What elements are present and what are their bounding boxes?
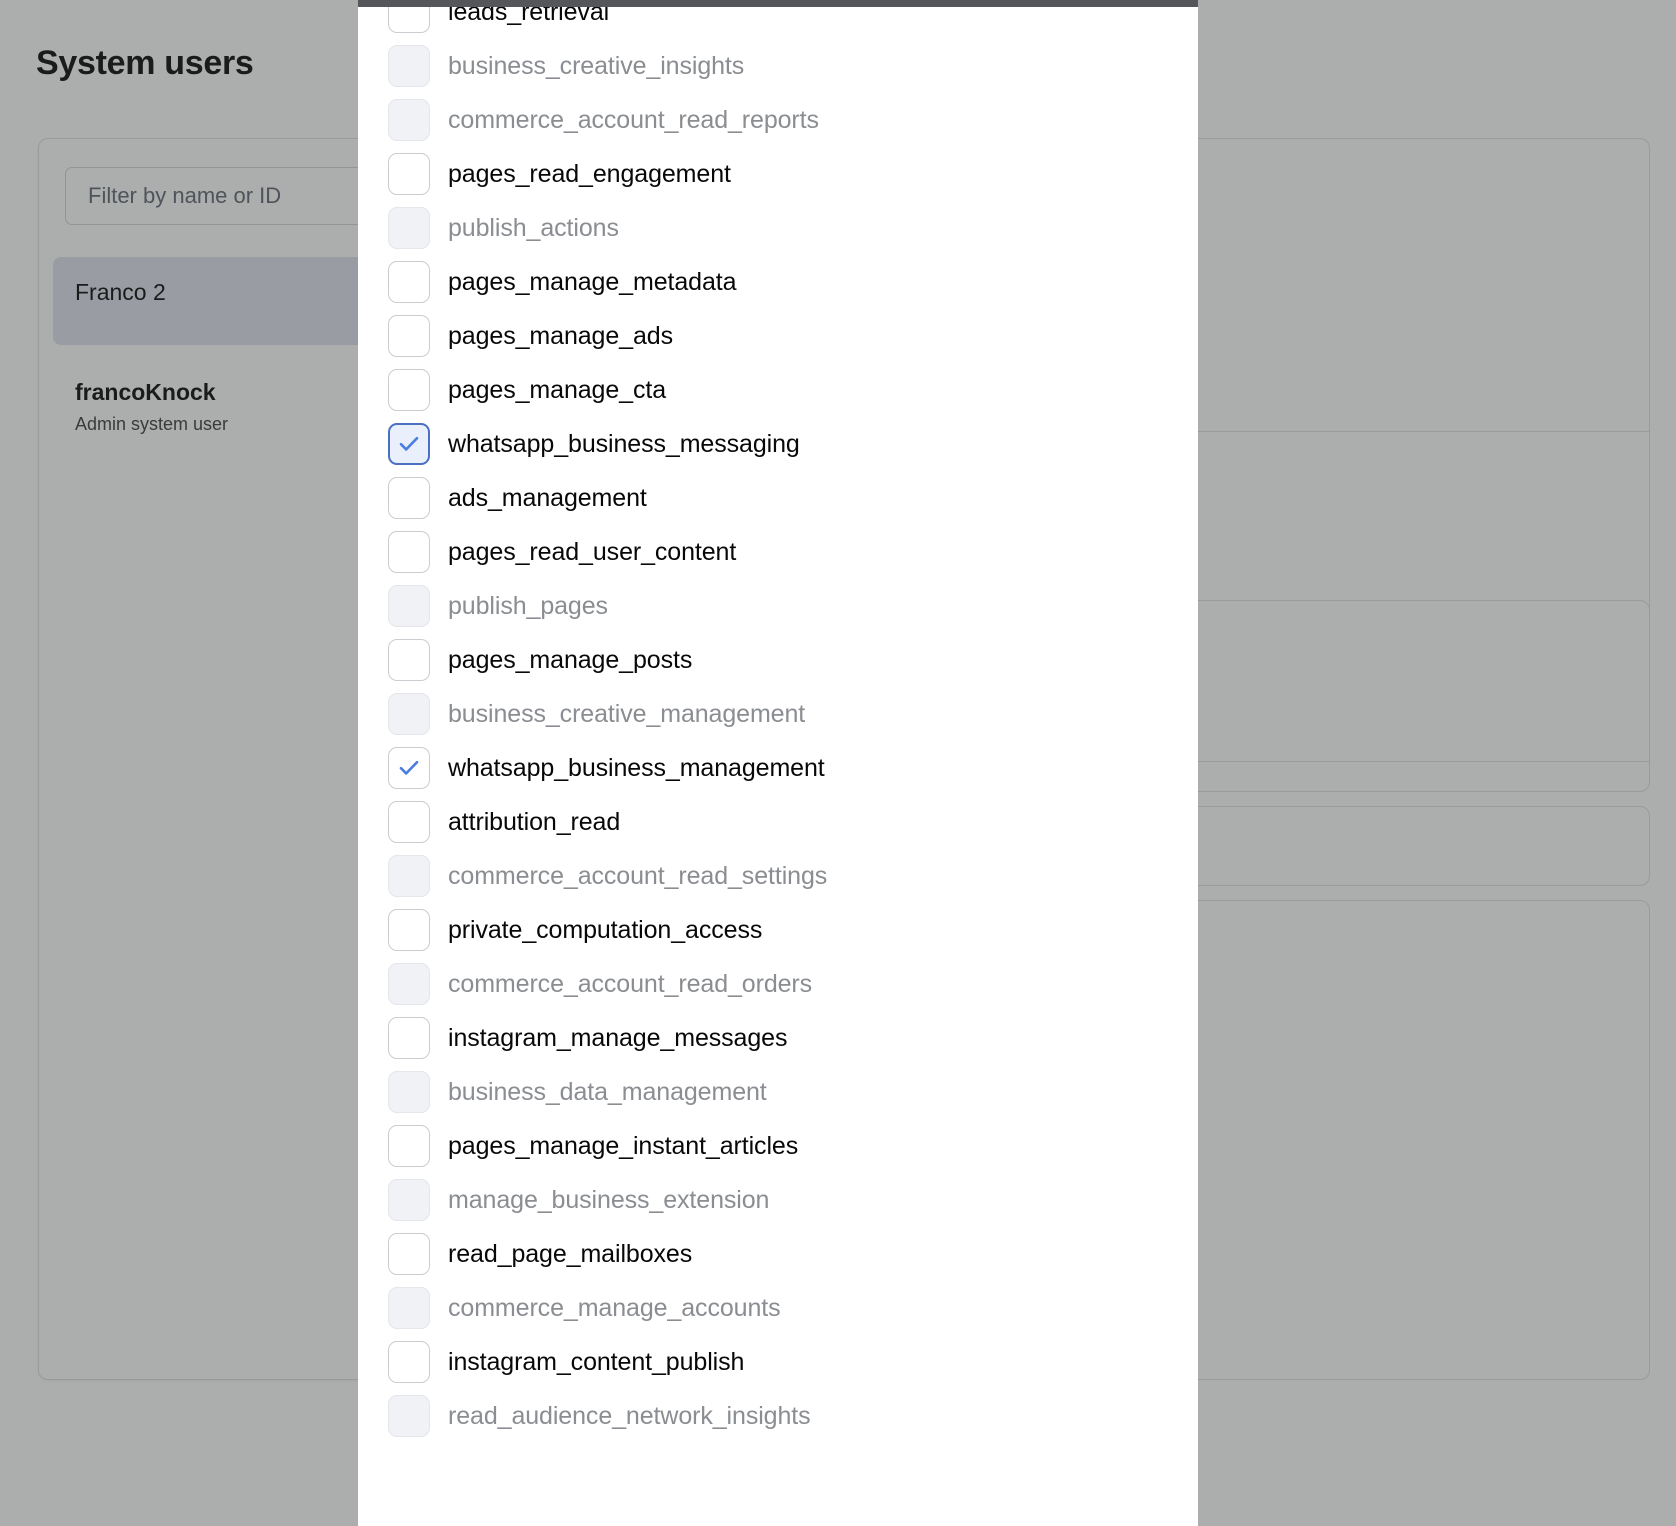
permission-option-row[interactable]: commerce_account_read_orders [358, 957, 1198, 1011]
checkbox-icon[interactable] [388, 45, 430, 87]
permission-option-row[interactable]: pages_manage_cta [358, 363, 1198, 417]
permissions-dropdown[interactable]: leads_retrieval business_creative_insight… [358, 7, 1198, 1526]
permission-option-label: pages_read_engagement [448, 159, 731, 189]
permission-option-row[interactable]: business_creative_management [358, 687, 1198, 741]
permission-option-row[interactable]: private_computation_access [358, 903, 1198, 957]
permission-option-label: pages_manage_ads [448, 321, 673, 351]
permission-option-label: publish_actions [448, 213, 619, 243]
permission-option-label: commerce_account_read_settings [448, 861, 827, 891]
checkbox-icon[interactable] [388, 855, 430, 897]
permission-option-label: business_creative_management [448, 699, 805, 729]
checkbox-icon[interactable] [388, 1125, 430, 1167]
permission-option-row[interactable]: publish_pages [358, 579, 1198, 633]
permission-option-row[interactable]: instagram_content_publish [358, 1335, 1198, 1389]
permission-option-row[interactable]: ads_management [358, 471, 1198, 525]
permission-option-label: business_creative_insights [448, 51, 744, 81]
permission-option-label: leads_retrieval [448, 7, 609, 27]
permission-option-label: ads_management [448, 483, 647, 513]
permission-option-row[interactable]: publish_actions [358, 201, 1198, 255]
checkbox-icon[interactable] [388, 1395, 430, 1437]
permission-option-label: manage_business_extension [448, 1185, 769, 1215]
checkbox-icon[interactable] [388, 477, 430, 519]
checkbox-icon[interactable] [388, 153, 430, 195]
permission-option-row[interactable]: attribution_read [358, 795, 1198, 849]
permission-option-row[interactable]: business_data_management [358, 1065, 1198, 1119]
checkbox-icon[interactable] [388, 1017, 430, 1059]
checkbox-icon[interactable] [388, 1287, 430, 1329]
permission-option-label: whatsapp_business_management [448, 753, 825, 783]
dropdown-top-edge [358, 0, 1198, 7]
permission-option-row[interactable]: read_page_mailboxes [358, 1227, 1198, 1281]
permission-option-label: read_page_mailboxes [448, 1239, 692, 1269]
checkbox-checked-icon[interactable] [388, 423, 430, 465]
permission-option-label: instagram_manage_messages [448, 1023, 787, 1053]
permissions-option-list: leads_retrieval business_creative_insight… [358, 7, 1198, 1443]
permission-option-label: pages_read_user_content [448, 537, 736, 567]
checkbox-icon[interactable] [388, 693, 430, 735]
permission-option-row[interactable]: leads_retrieval [358, 7, 1198, 39]
checkbox-icon[interactable] [388, 909, 430, 951]
permission-option-row[interactable]: whatsapp_business_messaging [358, 417, 1198, 471]
checkbox-icon[interactable] [388, 1071, 430, 1113]
checkbox-icon[interactable] [388, 207, 430, 249]
permission-option-label: private_computation_access [448, 915, 762, 945]
permission-option-row[interactable]: whatsapp_business_management [358, 741, 1198, 795]
permission-option-label: instagram_content_publish [448, 1347, 744, 1377]
permission-option-row[interactable]: pages_manage_instant_articles [358, 1119, 1198, 1173]
permission-option-label: publish_pages [448, 591, 608, 621]
permission-option-label: pages_manage_posts [448, 645, 692, 675]
permission-option-row[interactable]: commerce_manage_accounts [358, 1281, 1198, 1335]
checkbox-icon[interactable] [388, 1341, 430, 1383]
permission-option-row[interactable]: business_creative_insights [358, 39, 1198, 93]
permission-option-row[interactable]: pages_read_user_content [358, 525, 1198, 579]
checkbox-icon[interactable] [388, 639, 430, 681]
permission-option-label: attribution_read [448, 807, 620, 837]
checkbox-icon[interactable] [388, 99, 430, 141]
checkbox-icon[interactable] [388, 315, 430, 357]
permission-option-row[interactable]: read_audience_network_insights [358, 1389, 1198, 1443]
permission-option-row[interactable]: pages_manage_posts [358, 633, 1198, 687]
permission-option-label: commerce_account_read_orders [448, 969, 812, 999]
checkbox-icon[interactable] [388, 801, 430, 843]
permission-option-row[interactable]: commerce_account_read_settings [358, 849, 1198, 903]
permission-option-label: whatsapp_business_messaging [448, 429, 800, 459]
permission-option-label: commerce_account_read_reports [448, 105, 819, 135]
permission-option-row[interactable]: commerce_account_read_reports [358, 93, 1198, 147]
checkbox-checked-icon[interactable] [388, 747, 430, 789]
permission-option-row[interactable]: pages_manage_metadata [358, 255, 1198, 309]
filter-placeholder: Filter by name or ID [88, 183, 281, 209]
checkbox-icon[interactable] [388, 369, 430, 411]
permission-option-row[interactable]: manage_business_extension [358, 1173, 1198, 1227]
permission-option-row[interactable]: pages_manage_ads [358, 309, 1198, 363]
checkbox-icon[interactable] [388, 1179, 430, 1221]
permission-option-row[interactable]: instagram_manage_messages [358, 1011, 1198, 1065]
checkbox-icon[interactable] [388, 7, 430, 33]
permission-option-label: pages_manage_cta [448, 375, 666, 405]
checkbox-icon[interactable] [388, 963, 430, 1005]
permission-option-row[interactable]: pages_read_engagement [358, 147, 1198, 201]
checkbox-icon[interactable] [388, 261, 430, 303]
checkbox-icon[interactable] [388, 1233, 430, 1275]
permission-option-label: business_data_management [448, 1077, 767, 1107]
page-title: System users [36, 44, 254, 83]
checkbox-icon[interactable] [388, 585, 430, 627]
permission-option-label: commerce_manage_accounts [448, 1293, 781, 1323]
permission-option-label: pages_manage_metadata [448, 267, 736, 297]
permission-option-label: read_audience_network_insights [448, 1401, 811, 1431]
checkbox-icon[interactable] [388, 531, 430, 573]
permission-option-label: pages_manage_instant_articles [448, 1131, 798, 1161]
